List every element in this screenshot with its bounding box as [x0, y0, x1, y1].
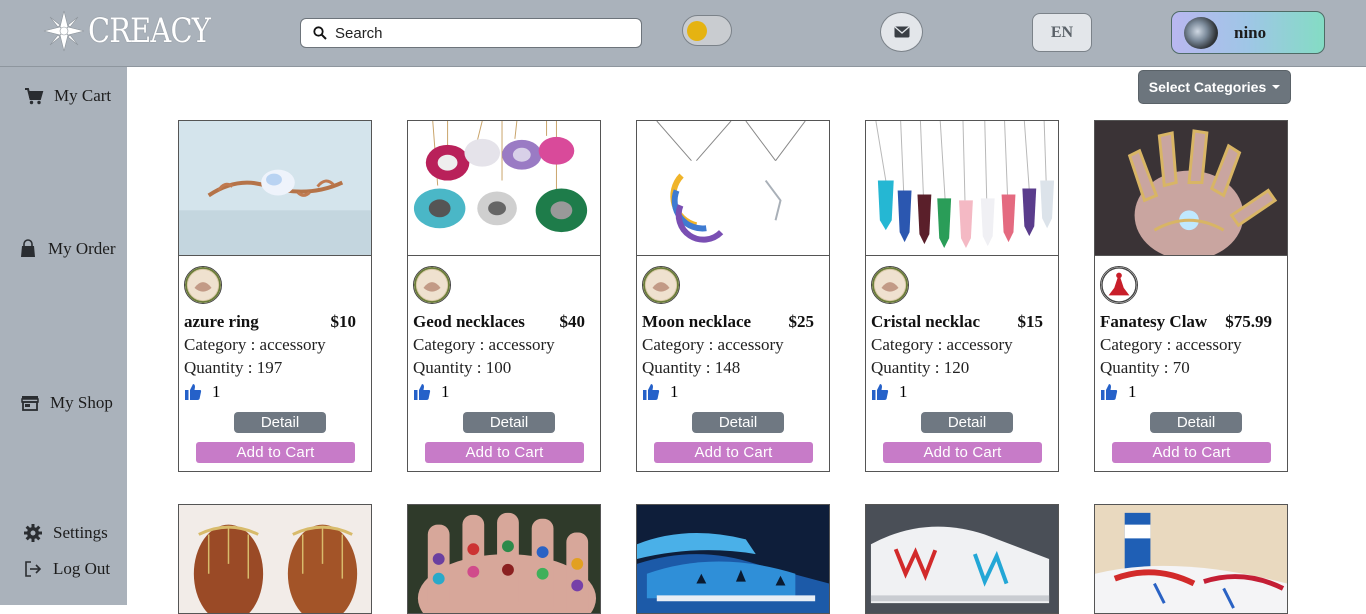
detail-button[interactable]: Detail: [921, 412, 1013, 433]
sidebar: My Cart My Order My Shop Settings Log Ou…: [0, 67, 127, 605]
sidebar-item-my-shop[interactable]: My Shop: [20, 393, 113, 413]
detail-button[interactable]: Detail: [1150, 412, 1242, 433]
product-image[interactable]: [178, 504, 372, 614]
product-price: $10: [330, 312, 357, 331]
caret-down-icon: [1272, 85, 1281, 89]
sidebar-item-my-order[interactable]: My Order: [18, 239, 116, 259]
product-quantity: Quantity : 197: [184, 358, 283, 377]
add-to-cart-button[interactable]: Add to Cart: [196, 442, 355, 463]
search-box[interactable]: [300, 18, 642, 48]
product-card: Fanatesy Claw $75.99 Category : accessor…: [1094, 120, 1288, 472]
sidebar-item-log-out[interactable]: Log Out: [23, 559, 110, 579]
theme-toggle[interactable]: [682, 15, 732, 46]
product-price: $40: [559, 312, 586, 331]
like-count: 1: [1128, 382, 1137, 401]
product-image[interactable]: [1094, 504, 1288, 614]
product-category: Category : accessory: [184, 335, 326, 354]
like-counter[interactable]: 1: [871, 382, 1053, 402]
add-to-cart-button[interactable]: Add to Cart: [654, 442, 813, 463]
sidebar-item-settings[interactable]: Settings: [23, 523, 108, 543]
product-category: Category : accessory: [413, 335, 555, 354]
product-image[interactable]: [408, 121, 600, 256]
like-count: 1: [670, 382, 679, 401]
like-counter[interactable]: 1: [413, 382, 595, 402]
thumbs-up-icon: [185, 384, 202, 400]
add-to-cart-button[interactable]: Add to Cart: [883, 442, 1042, 463]
messages-button[interactable]: [880, 12, 923, 52]
product-name: Fanatesy Claw: [1100, 312, 1208, 331]
product-image[interactable]: [637, 121, 829, 256]
avatar: [1184, 16, 1218, 49]
product-image[interactable]: [179, 121, 371, 256]
add-to-cart-button[interactable]: Add to Cart: [1112, 442, 1271, 463]
product-card: Cristal necklac $15 Category : accessory…: [865, 120, 1059, 472]
detail-button[interactable]: Detail: [692, 412, 784, 433]
product-quantity: Quantity : 70: [1100, 358, 1190, 377]
user-name: nino: [1234, 22, 1267, 42]
product-quantity: Quantity : 120: [871, 358, 970, 377]
product-name: Geod necklaces: [413, 312, 525, 331]
seller-avatar[interactable]: [184, 266, 222, 304]
product-image[interactable]: [866, 121, 1058, 256]
seller-avatar[interactable]: [871, 266, 909, 304]
gear-icon: [24, 524, 42, 542]
product-quantity: Quantity : 100: [413, 358, 512, 377]
thumbs-up-icon: [643, 384, 660, 400]
toggle-knob: [687, 21, 707, 41]
brand-name: CREACY: [88, 11, 211, 51]
like-count: 1: [212, 382, 221, 401]
product-category: Category : accessory: [1100, 335, 1242, 354]
product-card: Geod necklaces $40 Category : accessory …: [407, 120, 601, 472]
sidebar-item-label: Log Out: [53, 559, 111, 578]
product-price: $25: [788, 312, 815, 331]
user-profile-button[interactable]: nino: [1171, 11, 1325, 54]
language-button[interactable]: EN: [1032, 13, 1092, 52]
product-category: Category : accessory: [871, 335, 1013, 354]
seller-avatar[interactable]: [1100, 266, 1138, 304]
bag-icon: [21, 239, 35, 257]
sidebar-item-label: Settings: [53, 523, 108, 542]
select-categories-dropdown[interactable]: Select Categories: [1138, 70, 1291, 104]
product-name: azure ring: [184, 312, 259, 331]
cart-icon: [25, 88, 44, 105]
product-quantity: Quantity : 148: [642, 358, 741, 377]
top-bar: CREACY EN nino: [0, 0, 1366, 67]
like-counter[interactable]: 1: [184, 382, 366, 402]
product-image[interactable]: [407, 504, 601, 614]
product-price: $75.99: [1225, 312, 1272, 331]
search-icon: [313, 26, 327, 40]
product-price: $15: [1017, 312, 1044, 331]
product-card: azure ring $10 Category : accessory Quan…: [178, 120, 372, 472]
product-image[interactable]: [1095, 121, 1287, 256]
seller-avatar[interactable]: [413, 266, 451, 304]
sidebar-item-my-cart[interactable]: My Cart: [24, 86, 111, 106]
add-to-cart-button[interactable]: Add to Cart: [425, 442, 584, 463]
sidebar-item-label: My Cart: [54, 86, 112, 105]
thumbs-up-icon: [1101, 384, 1118, 400]
sidebar-item-label: My Shop: [50, 393, 113, 412]
ornament-logo-icon: [43, 10, 85, 52]
mail-icon: [894, 26, 909, 38]
thumbs-up-icon: [414, 384, 431, 400]
product-card: Moon necklace $25 Category : accessory Q…: [636, 120, 830, 472]
thumbs-up-icon: [872, 384, 889, 400]
product-name: Cristal necklac: [871, 312, 981, 331]
product-image[interactable]: [865, 504, 1059, 614]
seller-avatar[interactable]: [642, 266, 680, 304]
product-image[interactable]: [636, 504, 830, 614]
store-icon: [21, 396, 39, 411]
product-name: Moon necklace: [642, 312, 752, 331]
logout-icon: [25, 561, 42, 577]
brand-logo[interactable]: CREACY: [42, 9, 231, 53]
sidebar-item-label: My Order: [48, 239, 116, 258]
search-input[interactable]: [335, 24, 625, 42]
like-counter[interactable]: 1: [1100, 382, 1282, 402]
like-count: 1: [441, 382, 450, 401]
like-counter[interactable]: 1: [642, 382, 824, 402]
detail-button[interactable]: Detail: [234, 412, 326, 433]
detail-button[interactable]: Detail: [463, 412, 555, 433]
product-category: Category : accessory: [642, 335, 784, 354]
like-count: 1: [899, 382, 908, 401]
dropdown-label: Select Categories: [1148, 79, 1267, 95]
